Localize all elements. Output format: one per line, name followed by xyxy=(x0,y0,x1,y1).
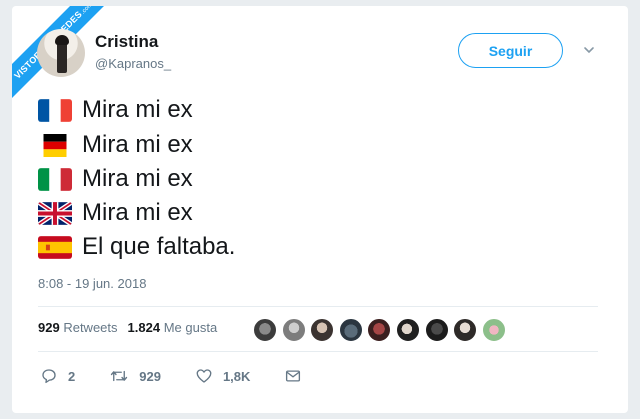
tweet-line: Mira mi ex xyxy=(38,199,193,227)
avatar[interactable] xyxy=(395,318,420,342)
germany-flag-icon xyxy=(43,133,67,157)
retweet-icon xyxy=(111,370,128,382)
reply-icon xyxy=(42,369,56,384)
divider xyxy=(38,351,598,352)
follow-button[interactable]: Seguir xyxy=(458,33,563,68)
tweet-line-text: Mira mi ex xyxy=(82,96,193,123)
envelope-icon xyxy=(286,370,301,382)
tweet-line-text: Mira mi ex xyxy=(82,199,193,226)
avatar[interactable] xyxy=(310,318,335,342)
watermark-suffix: .com xyxy=(79,6,94,16)
user-name[interactable]: Cristina xyxy=(95,32,158,52)
avatar[interactable] xyxy=(367,318,392,342)
user-handle[interactable]: @Kapranos_ xyxy=(95,56,171,71)
divider xyxy=(38,306,598,307)
tweet-line-text: Mira mi ex xyxy=(82,165,193,192)
like-button[interactable]: 1,8K xyxy=(195,367,250,385)
avatar[interactable] xyxy=(281,318,306,342)
tweet-line: Mira mi ex xyxy=(38,165,193,193)
retweets-stat[interactable]: 929 Retweets xyxy=(38,320,118,335)
uk-flag-icon xyxy=(38,201,72,225)
chevron-down-icon[interactable] xyxy=(583,44,595,56)
like-count: 1,8K xyxy=(222,368,251,384)
liker-avatars[interactable] xyxy=(253,318,510,342)
avatar[interactable] xyxy=(37,29,85,77)
heart-icon xyxy=(196,369,212,383)
avatar[interactable] xyxy=(453,318,478,342)
avatar[interactable] xyxy=(424,318,449,342)
tweet-stats: 929 Retweets 1.824 Me gusta xyxy=(38,320,217,335)
tweet-timestamp[interactable]: 8:08 - 19 jun. 2018 xyxy=(38,276,146,291)
tweet-line: El que faltaba. xyxy=(38,233,235,261)
avatar[interactable] xyxy=(253,318,277,342)
reply-button[interactable]: 2 xyxy=(40,367,75,385)
likes-stat[interactable]: 1.824 Me gusta xyxy=(128,320,218,335)
reply-count: 2 xyxy=(68,368,76,384)
tweet-line: Mira mi ex xyxy=(38,96,193,124)
spain-flag-icon xyxy=(38,235,72,259)
retweet-button[interactable]: 929 xyxy=(109,367,161,385)
tweet-line: Mira mi ex xyxy=(38,131,193,159)
retweet-count: 929 xyxy=(139,368,161,384)
tweet-line-text: El que faltaba. xyxy=(82,233,236,260)
tweet-line-text: Mira mi ex xyxy=(82,131,193,158)
italy-flag-icon xyxy=(38,167,72,191)
avatar[interactable] xyxy=(338,318,363,342)
message-button[interactable] xyxy=(284,367,312,385)
tweet-actions: 2 929 1,8K xyxy=(40,367,346,385)
france-flag-icon xyxy=(38,98,72,122)
avatar[interactable] xyxy=(481,318,506,342)
